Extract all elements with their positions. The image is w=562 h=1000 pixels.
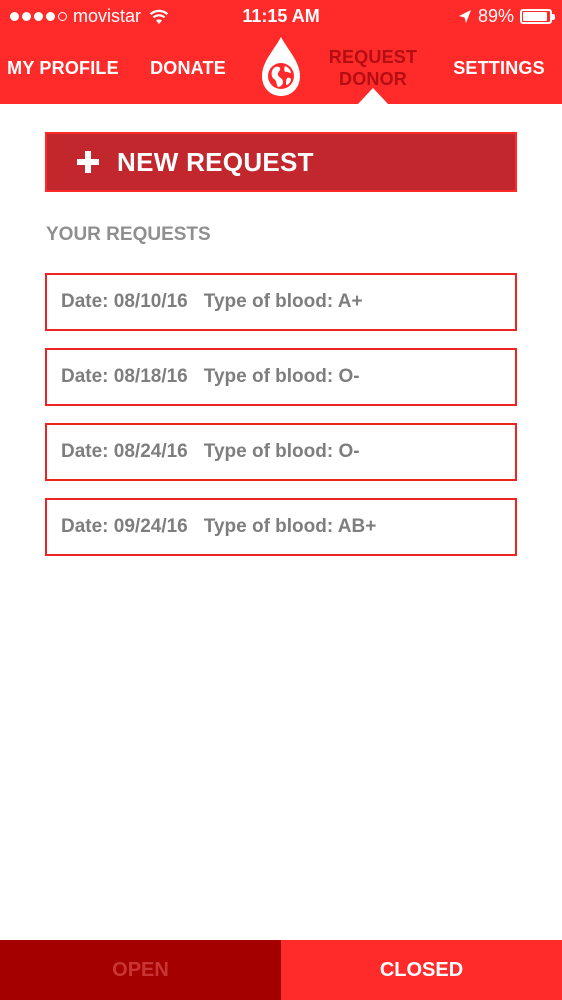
request-blood-type: Type of blood: O- <box>203 366 360 387</box>
new-request-button[interactable]: NEW REQUEST <box>45 132 517 192</box>
request-item[interactable]: Date: 08/18/16 Type of blood: O- <box>45 348 517 406</box>
tab-open[interactable]: OPEN <box>0 940 281 1000</box>
battery-tip <box>552 14 555 20</box>
active-tab-caret <box>358 88 388 104</box>
new-request-label: NEW REQUEST <box>117 146 314 177</box>
battery-level <box>523 12 548 21</box>
nav-my-profile[interactable]: MY PROFILE <box>6 32 120 104</box>
request-item[interactable]: Date: 08/24/16 Type of blood: O- <box>45 423 517 481</box>
request-item[interactable]: Date: 08/10/16 Type of blood: A+ <box>45 273 517 331</box>
request-date: Date: 08/24/16 <box>61 441 188 462</box>
request-date: Date: 08/10/16 <box>61 291 188 312</box>
location-arrow-icon <box>458 9 471 23</box>
request-item[interactable]: Date: 09/24/16 Type of blood: AB+ <box>45 498 517 556</box>
nav-request-donor-line2: DONOR <box>339 69 407 89</box>
status-right: 89% <box>458 6 555 27</box>
request-date: Date: 08/18/16 <box>61 366 188 387</box>
request-blood-type: Type of blood: AB+ <box>203 516 377 537</box>
tab-closed[interactable]: CLOSED <box>281 940 562 1000</box>
battery-percent: 89% <box>477 6 514 26</box>
plus-icon <box>77 151 99 173</box>
request-blood-type: Type of blood: A+ <box>203 291 363 312</box>
your-requests-heading: YOUR REQUESTS <box>46 224 211 245</box>
request-date: Date: 09/24/16 <box>61 516 188 537</box>
nav-settings[interactable]: SETTINGS <box>450 32 548 104</box>
battery-icon <box>520 9 555 24</box>
request-blood-type: Type of blood: O- <box>203 441 360 462</box>
blood-drop-globe-logo-icon <box>262 37 300 96</box>
nav-request-donor-line1: REQUEST <box>328 47 418 67</box>
nav-donate[interactable]: DONATE <box>146 32 230 104</box>
bottom-tab-bar: OPEN CLOSED <box>0 940 562 1000</box>
top-bar: movistar 11:15 AM 89% MY PROFILE DONATE … <box>0 0 562 104</box>
status-bar: movistar 11:15 AM 89% <box>0 0 562 32</box>
